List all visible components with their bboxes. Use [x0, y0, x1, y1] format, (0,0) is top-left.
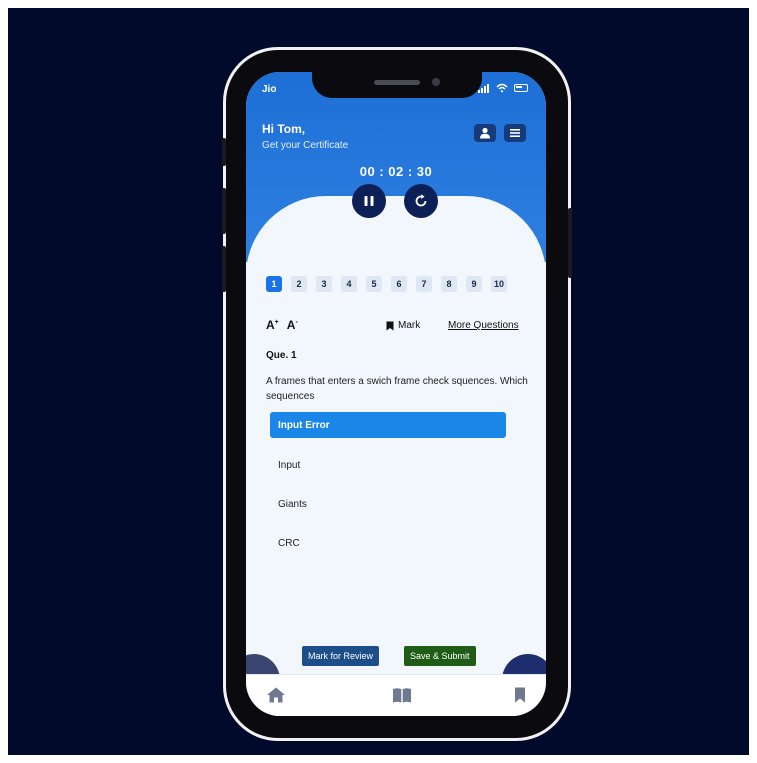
font-size-tools: A+ A-	[266, 318, 298, 332]
countdown-timer: 00 : 02 : 30	[359, 164, 433, 179]
increase-font-button[interactable]: A+	[266, 318, 279, 332]
option-2[interactable]: Input	[270, 452, 506, 478]
power-button	[568, 208, 572, 278]
menu-button[interactable]	[504, 124, 526, 142]
status-icons	[478, 83, 528, 93]
bookmark-tab-icon[interactable]	[510, 686, 530, 704]
bookmark-icon	[386, 321, 394, 330]
question-number-4[interactable]: 4	[341, 276, 357, 292]
wifi-icon	[496, 83, 508, 93]
option-3[interactable]: Giants	[270, 491, 506, 517]
save-and-submit-button[interactable]: Save & Submit	[404, 646, 476, 666]
user-icon	[480, 127, 490, 139]
app-screen: Jio Hi Tom, Get your Certificate 00: 02…	[246, 72, 546, 716]
question-number-6[interactable]: 6	[391, 276, 407, 292]
battery-icon	[514, 84, 528, 92]
phone-frame: Jio Hi Tom, Get your Certificate 00: 02…	[222, 50, 572, 738]
signal-icon	[478, 83, 490, 93]
question-number-5[interactable]: 5	[366, 276, 382, 292]
mark-button[interactable]: Mark	[386, 320, 420, 331]
carrier-label: Jio	[262, 84, 277, 95]
question-number-2[interactable]: 2	[291, 276, 307, 292]
mark-for-review-button[interactable]: Mark for Review	[302, 646, 380, 666]
question-label: Que. 1	[266, 350, 297, 361]
volume-up-button	[222, 188, 226, 234]
option-1[interactable]: Input Error	[270, 412, 506, 438]
book-icon[interactable]	[392, 686, 412, 704]
question-number-9[interactable]: 9	[466, 276, 482, 292]
home-icon[interactable]	[266, 686, 286, 704]
front-camera	[432, 78, 440, 86]
question-number-10[interactable]: 10	[491, 276, 507, 292]
question-number-1[interactable]: 1	[266, 276, 282, 292]
pause-button[interactable]	[352, 184, 386, 218]
more-questions-link[interactable]: More Questions	[448, 320, 519, 331]
decrease-font-button[interactable]: A-	[287, 318, 298, 332]
mark-label: Mark	[398, 320, 421, 331]
profile-button[interactable]	[474, 124, 496, 142]
backdrop: Jio Hi Tom, Get your Certificate 00: 02…	[8, 8, 749, 755]
speaker-grille	[374, 80, 420, 85]
question-number-3[interactable]: 3	[316, 276, 332, 292]
bottom-tab-bar	[246, 674, 546, 716]
question-number-list: 1 2 3 4 5 6 7 8 9 10	[266, 276, 507, 292]
restart-button[interactable]	[404, 184, 438, 218]
pause-icon	[364, 196, 374, 206]
greeting-text: Hi Tom,	[262, 122, 306, 136]
mute-switch	[222, 138, 226, 166]
increase-font-label: A	[266, 318, 275, 332]
question-number-7[interactable]: 7	[416, 276, 432, 292]
notch	[312, 72, 482, 98]
menu-icon	[510, 129, 520, 137]
question-number-8[interactable]: 8	[441, 276, 457, 292]
restart-icon	[415, 194, 427, 207]
question-text: A frames that enters a swich frame check…	[266, 376, 528, 402]
volume-down-button	[222, 246, 226, 292]
option-4[interactable]: CRC	[270, 530, 506, 556]
subtitle-text: Get your Certificate	[262, 140, 349, 151]
